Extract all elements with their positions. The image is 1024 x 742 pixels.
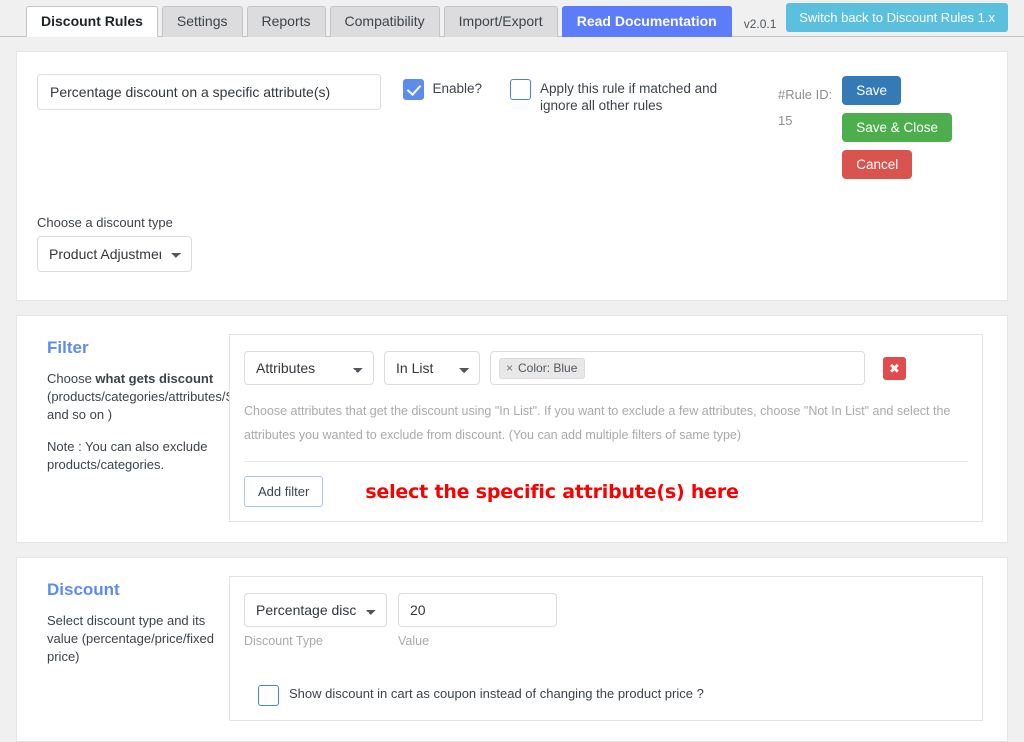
discount-kind-sublabel: Discount Type [244,634,323,648]
filter-type-select[interactable]: Attributes [244,351,374,385]
tab-settings[interactable]: Settings [161,6,243,37]
tab-import-export[interactable]: Import/Export [443,6,558,37]
discount-description: Select discount type and its value (perc… [47,613,214,664]
filter-section: Filter Choose what gets discount (produc… [17,316,1007,542]
tab-read-documentation[interactable]: Read Documentation [561,6,732,37]
filter-values-input[interactable]: × Color: Blue [490,351,865,385]
tab-label: Discount Rules [41,13,143,29]
discount-kind-group: Percentage discount Discount Type [244,593,387,648]
coupon-checkbox-group[interactable]: Show discount in cart as coupon instead … [258,680,968,706]
tab-compatibility[interactable]: Compatibility [329,6,440,37]
exclusive-checkbox-group[interactable]: Apply this rule if matched and ignore al… [510,74,752,114]
discount-section: Discount Select discount type and its va… [17,558,1007,741]
discount-kind-select[interactable]: Percentage discount [244,593,387,627]
switch-back-button[interactable]: Switch back to Discount Rules 1.x [786,3,1008,32]
filter-card: Filter Choose what gets discount (produc… [16,315,1008,543]
rule-id-label: #Rule ID: [778,87,833,102]
coupon-label: Show discount in cart as coupon instead … [289,685,704,701]
rule-actions: Save Save & Close Cancel [842,76,987,187]
filter-value-tag-label: Color: Blue [518,360,578,375]
add-filter-button[interactable]: Add filter [244,476,324,507]
filter-info: Filter Choose what gets discount (produc… [33,334,252,522]
tab-label: Compatibility [344,13,425,29]
enable-checkbox-group[interactable]: Enable? [402,74,483,100]
exclusive-checkbox[interactable] [510,79,532,100]
filter-note: Note : You can also exclude products/cat… [47,439,208,472]
discount-fields-row: Percentage discount Discount Type Value [244,593,968,648]
cancel-button[interactable]: Cancel [842,150,913,179]
discount-type-label: Choose a discount type [37,215,173,230]
annotation-text: select the specific attribute(s) here [365,480,739,503]
tab-bar: Discount Rules Settings Reports Compatib… [0,0,1024,37]
rule-header-row: Enable? Apply this rule if matched and i… [37,74,987,187]
delete-filter-button[interactable]: ✖ [883,356,906,380]
discount-type-group: Choose a discount type Product Adjustmen… [37,215,987,272]
rule-title-input[interactable] [37,74,381,110]
coupon-checkbox[interactable] [258,685,279,706]
tab-label: Settings [176,13,228,29]
filter-help-text: Choose attributes that get the discount … [244,404,951,442]
rule-id-block: #Rule ID: 15 [778,82,832,134]
filter-row: Attributes In List × Color: Blue ✖ [244,351,968,385]
filter-add-row: Add filter select the specific attribute… [244,476,968,507]
rule-id-value: 15 [778,113,793,128]
filter-panel: Attributes In List × Color: Blue ✖ Choos… [229,334,983,522]
tab-label: Read Documentation [576,13,717,29]
discount-value-group: Value [398,593,557,648]
filter-desc-bold: what gets discount [95,371,214,386]
close-icon: ✖ [889,360,900,376]
filter-desc-pre: Choose [47,371,96,386]
discount-type-select[interactable]: Product Adjustment [37,236,192,272]
discount-card: Discount Select discount type and its va… [16,557,1008,742]
tab-discount-rules[interactable]: Discount Rules [26,6,158,37]
discount-title: Discount [47,580,120,599]
filter-divider [244,461,968,462]
filter-description: Choose what gets discount (products/cate… [47,370,252,424]
tab-reports[interactable]: Reports [246,6,326,37]
discount-panel: Percentage discount Discount Type Value … [229,576,983,721]
filter-condition-select[interactable]: In List [384,351,480,385]
discount-info: Discount Select discount type and its va… [33,576,229,721]
save-button[interactable]: Save [842,76,902,105]
filter-value-tag[interactable]: × Color: Blue [499,357,586,379]
tab-label: Import/Export [458,13,543,29]
version-label: v2.0.1 [743,17,777,31]
filter-desc-post: (products/categories/attributes/SKU and … [47,389,253,422]
filter-title: Filter [47,338,89,357]
discount-value-input[interactable] [398,593,557,627]
exclusive-label: Apply this rule if matched and ignore al… [540,81,718,113]
remove-tag-icon[interactable]: × [506,362,513,374]
enable-checkbox[interactable] [402,79,424,100]
tab-label: Reports [261,13,311,29]
rule-header-card: Enable? Apply this rule if matched and i… [16,51,1008,301]
discount-value-sublabel: Value [398,634,430,648]
enable-label: Enable? [432,81,483,96]
save-and-close-button[interactable]: Save & Close [842,113,953,142]
